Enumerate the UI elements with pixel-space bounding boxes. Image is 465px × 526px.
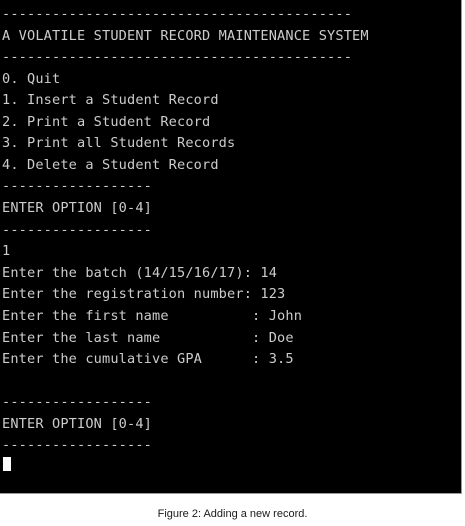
user-input-option: 1	[2, 243, 11, 259]
separator-line: ------------------	[2, 222, 153, 238]
figure-caption: Figure 2: Adding a new record.	[157, 508, 308, 520]
separator-line: ----------------------------------------…	[2, 49, 353, 65]
menu-option-print: 2. Print a Student Record	[2, 114, 211, 130]
option-prompt: ENTER OPTION [0-4]	[2, 200, 153, 216]
menu-option-delete: 4. Delete a Student Record	[2, 157, 219, 173]
menu-option-quit: 0. Quit	[2, 71, 61, 87]
option-prompt: ENTER OPTION [0-4]	[2, 416, 153, 432]
menu-option-insert: 1. Insert a Student Record	[2, 92, 219, 108]
separator-line: ----------------------------------------…	[2, 6, 353, 22]
text-cursor	[3, 457, 11, 471]
menu-option-print-all: 3. Print all Student Records	[2, 135, 236, 151]
last-name-prompt: Enter the last name : Doe	[2, 330, 294, 346]
system-title: A VOLATILE STUDENT RECORD MAINTENANCE SY…	[2, 28, 369, 44]
separator-line: ------------------	[2, 178, 153, 194]
batch-prompt: Enter the batch (14/15/16/17): 14	[2, 265, 278, 281]
separator-line: ------------------	[2, 394, 153, 410]
console-window[interactable]: ------------------ ------------------ ----…	[0, 0, 462, 494]
registration-prompt: Enter the registration number: 123	[2, 286, 286, 302]
first-name-prompt: Enter the first name : John	[2, 308, 303, 324]
gpa-prompt: Enter the cumulative GPA : 3.5	[2, 351, 294, 367]
separator-line: ------------------	[2, 437, 153, 453]
